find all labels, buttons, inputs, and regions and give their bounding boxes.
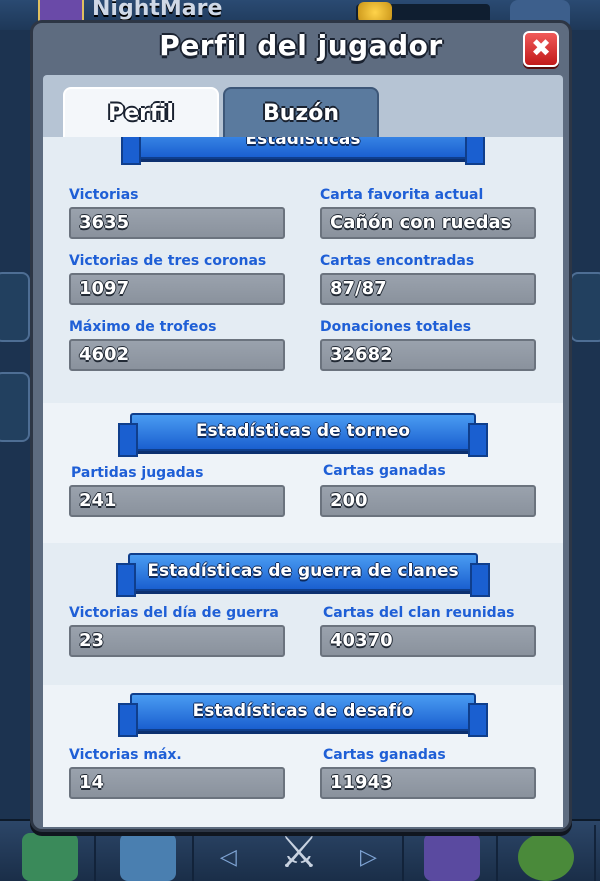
section-clan-war-stats: Estadísticas de guerra de clanes Victori… [43, 543, 563, 685]
nav-right-arrow-icon[interactable]: ▷ [360, 845, 377, 870]
laurel-icon [518, 833, 574, 881]
stat-label: Cartas ganadas [323, 747, 446, 763]
stat-label: Cartas encontradas [320, 253, 475, 269]
nav-slot-shop[interactable] [0, 825, 96, 881]
stat-value: 241 [69, 485, 285, 517]
stat-label: Victorias [69, 187, 139, 203]
stat-label: Carta favorita actual [320, 187, 484, 203]
stat-value: 23 [69, 625, 285, 657]
stat-label: Cartas ganadas [323, 463, 446, 479]
stats-content: Estadísticas Victorias 3635 Carta favori… [43, 137, 563, 827]
stat-label: Victorias de tres coronas [69, 253, 267, 269]
section-tournament-stats: Estadísticas de torneo Partidas jugadas … [43, 403, 563, 543]
section-ribbon: Estadísticas de torneo [118, 413, 488, 457]
close-button[interactable]: ✖ [523, 31, 559, 67]
side-button-left-2[interactable] [0, 372, 30, 442]
nav-slot-clan[interactable] [402, 825, 498, 881]
stat-value: 1097 [69, 273, 285, 305]
tab-profile[interactable]: Perfil [63, 87, 219, 137]
section-ribbon: Estadísticas de guerra de clanes [116, 553, 490, 597]
section-challenge-stats: Estadísticas de desafío Victorias máx. 1… [43, 685, 563, 827]
modal-title: Perfil del jugador [159, 29, 443, 62]
stat-label: Donaciones totales [320, 319, 472, 335]
clan-icon [424, 833, 480, 881]
player-name: NightMare [92, 0, 223, 21]
player-profile-modal: Perfil del jugador ✖ Perfil Buzón Estadí… [30, 20, 572, 832]
side-button-right-1[interactable] [570, 272, 600, 342]
stat-value: 11943 [320, 767, 536, 799]
stat-value: 200 [320, 485, 536, 517]
stat-label: Victorias máx. [69, 747, 182, 763]
section-general-stats: Estadísticas Victorias 3635 Carta favori… [43, 137, 563, 403]
stat-label: Victorias del día de guerra [69, 605, 279, 621]
stat-value: 14 [69, 767, 285, 799]
stat-value: 40370 [320, 625, 536, 657]
stat-value: 32682 [320, 339, 536, 371]
shop-icon [22, 833, 78, 881]
stat-value: 4602 [69, 339, 285, 371]
cards-icon [120, 833, 176, 881]
nav-slot-cards[interactable] [98, 825, 194, 881]
profile-panel: Perfil Buzón Estadísticas Victorias 3635… [43, 75, 563, 827]
nav-left-arrow-icon[interactable]: ◁ [220, 845, 237, 870]
side-button-left-1[interactable] [0, 272, 30, 342]
stat-value: 87/87 [320, 273, 536, 305]
nav-slot-tournaments[interactable] [500, 825, 596, 881]
stat-label: Cartas del clan reunidas [323, 605, 515, 621]
stat-value: 3635 [69, 207, 285, 239]
stat-label: Máximo de trofeos [69, 319, 217, 335]
section-ribbon: Estadísticas [121, 137, 485, 165]
tab-inbox[interactable]: Buzón [223, 87, 379, 137]
stat-value: Cañón con ruedas [320, 207, 536, 239]
stat-label: Partidas jugadas [71, 465, 204, 481]
section-ribbon: Estadísticas de desafío [118, 693, 488, 737]
battle-swords-icon[interactable]: ⚔ [262, 825, 336, 881]
